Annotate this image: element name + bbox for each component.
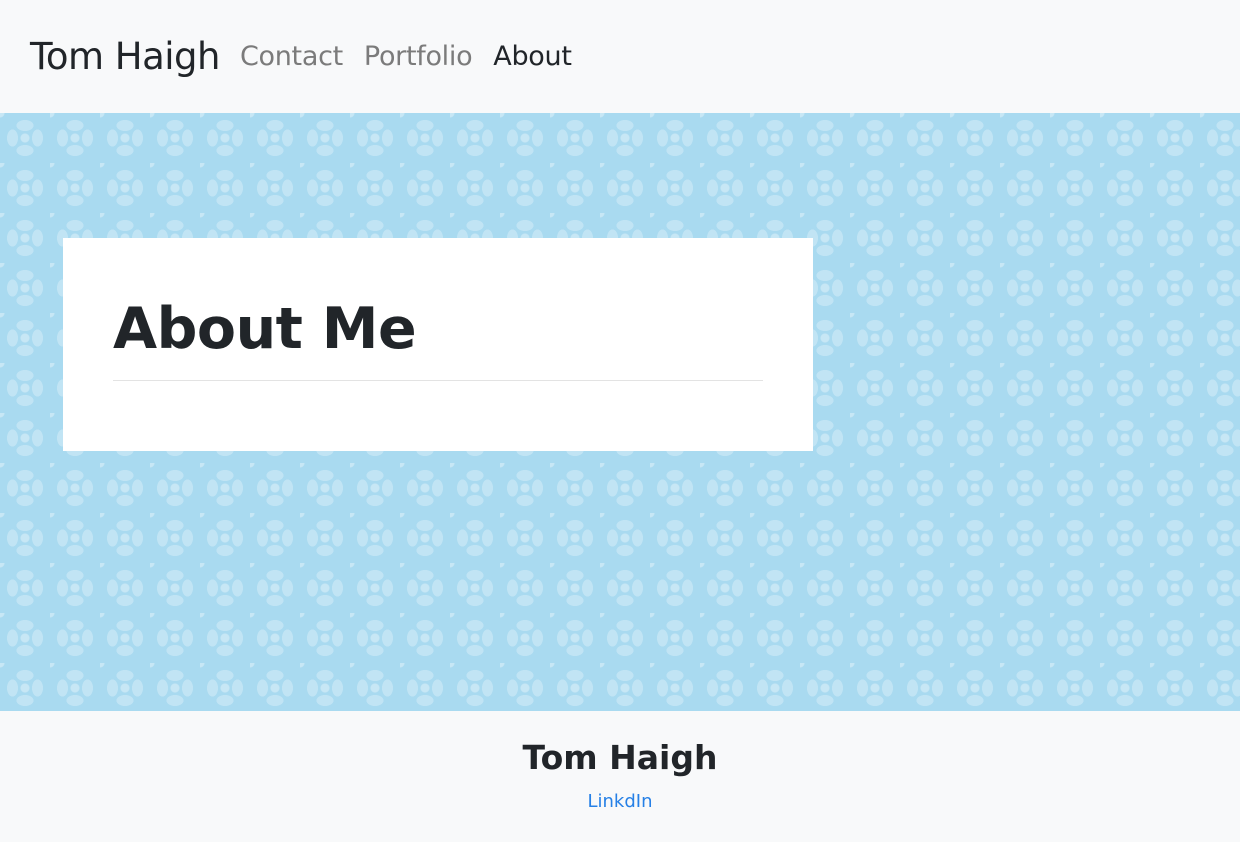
footer-name: Tom Haigh <box>522 738 718 777</box>
brand-link[interactable]: Tom Haigh <box>30 38 220 75</box>
hero-section: About Me <box>0 113 1240 711</box>
nav-link-about[interactable]: About <box>493 43 572 70</box>
title-divider <box>113 380 763 381</box>
footer: Tom Haigh LinkdIn <box>0 711 1240 842</box>
page-title: About Me <box>113 296 417 362</box>
navbar: Tom Haigh Contact Portfolio About <box>0 0 1240 113</box>
about-card: About Me <box>63 238 813 451</box>
nav-link-portfolio[interactable]: Portfolio <box>364 43 473 70</box>
linkedin-link[interactable]: LinkdIn <box>587 791 652 812</box>
nav-link-contact[interactable]: Contact <box>240 43 343 70</box>
